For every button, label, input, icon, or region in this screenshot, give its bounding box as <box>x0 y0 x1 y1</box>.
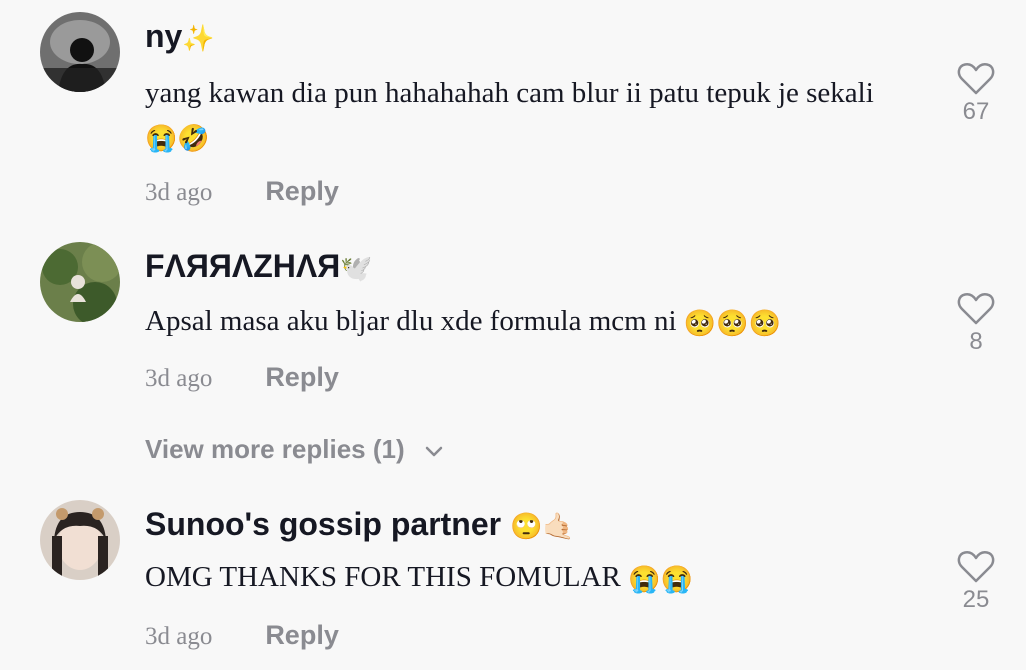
comment-emoji: 😭😭 <box>628 564 693 594</box>
reply-button[interactable]: Reply <box>265 620 339 650</box>
username[interactable]: ny✨ <box>145 18 215 55</box>
reply-button[interactable]: Reply <box>265 176 339 206</box>
timestamp: 3d ago <box>145 179 213 206</box>
heart-icon[interactable] <box>957 62 995 96</box>
view-more-replies-button[interactable]: View more replies (1) <box>145 434 444 465</box>
comment-emoji: 😭🤣 <box>145 123 210 153</box>
comment-emoji: 🥺🥺🥺 <box>683 308 781 338</box>
comment-meta: 3d ago Reply <box>145 620 339 651</box>
comment-text: OMG THANKS FOR THIS FOMULAR 😭😭 <box>145 556 905 601</box>
comment-text: Apsal masa aku bljar dlu xde formula mcm… <box>145 300 905 345</box>
avatar[interactable] <box>40 242 120 322</box>
dove-emoji: 🕊️ <box>340 253 373 284</box>
comment-meta: 3d ago Reply <box>145 362 339 393</box>
heart-icon[interactable] <box>957 292 995 326</box>
avatar[interactable] <box>40 500 120 580</box>
chevron-down-icon <box>425 446 443 457</box>
avatar[interactable] <box>40 12 120 92</box>
timestamp: 3d ago <box>145 365 213 392</box>
like-button[interactable]: 25 <box>950 550 1002 614</box>
username[interactable]: Sunoo's gossip partner 🙄🤙🏻 <box>145 506 575 543</box>
heart-icon[interactable] <box>957 550 995 584</box>
like-button[interactable]: 8 <box>950 292 1002 356</box>
eye-roll-emoji: 🙄🤙🏻 <box>509 511 575 542</box>
like-button[interactable]: 67 <box>950 62 1002 126</box>
like-count: 8 <box>969 328 983 355</box>
comment-meta: 3d ago Reply <box>145 176 339 207</box>
username[interactable]: FΛЯЯΛZHΛЯ🕊️ <box>145 248 373 285</box>
comment-text: yang kawan dia pun hahahahah cam blur ii… <box>145 72 905 160</box>
like-count: 67 <box>962 98 990 125</box>
timestamp: 3d ago <box>145 623 213 650</box>
like-count: 25 <box>962 586 990 613</box>
reply-button[interactable]: Reply <box>265 362 339 392</box>
sparkles-emoji: ✨ <box>182 23 215 54</box>
